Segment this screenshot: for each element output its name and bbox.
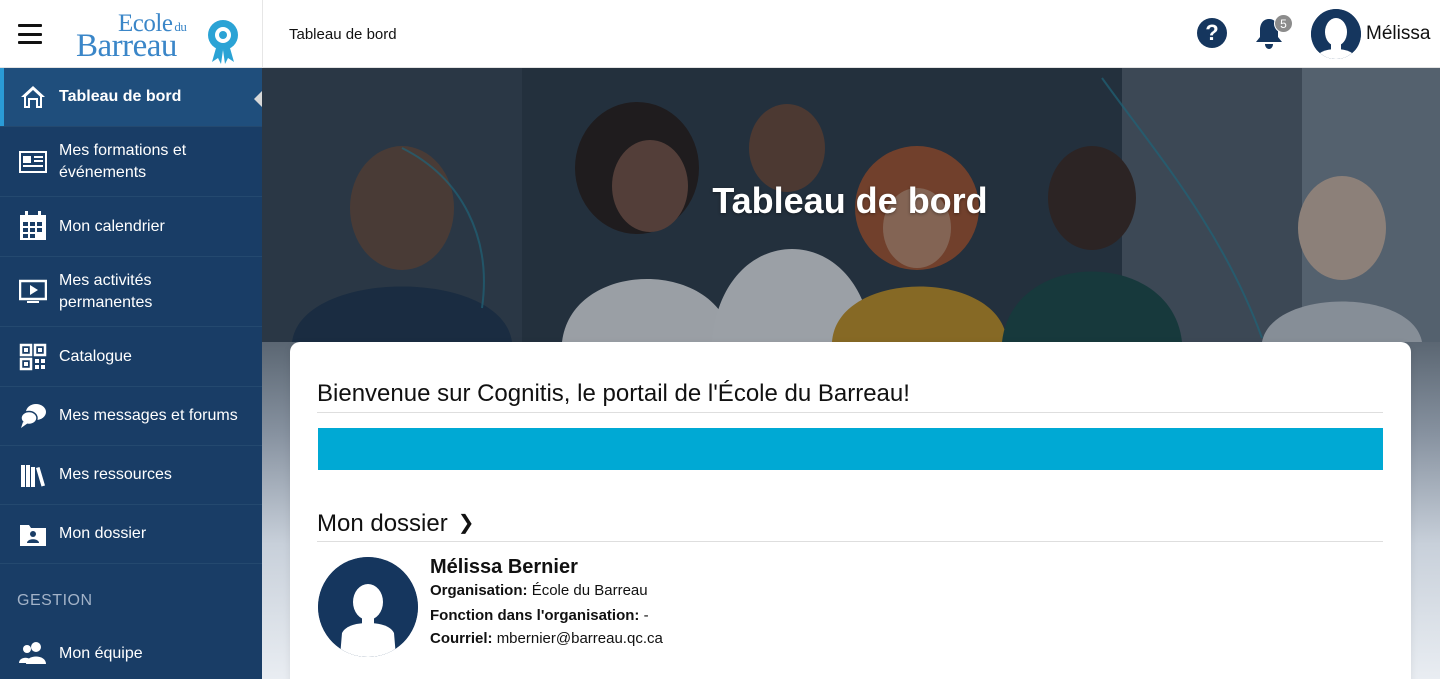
active-indicator (0, 68, 4, 126)
sidebar-section-gestion: GESTION (17, 592, 93, 609)
user-avatar[interactable] (1311, 9, 1361, 59)
user-silhouette-icon (318, 557, 418, 657)
profile-avatar (318, 557, 418, 657)
calendar-icon (18, 211, 48, 241)
sidebar: Tableau de bord Mes formations et événem… (0, 68, 262, 679)
user-silhouette-icon (1311, 9, 1361, 59)
menu-icon[interactable] (18, 24, 42, 44)
sidebar-item-ressources[interactable]: Mes ressources (0, 446, 262, 505)
help-icon[interactable]: ? (1197, 18, 1227, 48)
profile-fonction: Fonction dans l'organisation: - (430, 607, 649, 624)
sidebar-item-formations[interactable]: Mes formations et événements (0, 127, 262, 197)
newspaper-icon (18, 147, 48, 177)
fonction-value: - (643, 607, 649, 624)
welcome-heading: Bienvenue sur Cognitis, le portail de l'… (317, 380, 910, 407)
organisation-label: Organisation: (430, 582, 528, 599)
chevron-right-icon: ❯ (457, 512, 475, 534)
sidebar-item-label: Mes ressources (59, 466, 172, 483)
seal-icon (208, 20, 238, 64)
folder-user-icon (18, 519, 48, 549)
sidebar-item-equipe[interactable]: Mon équipe (0, 624, 262, 679)
sidebar-item-label: Mes formations et événements (59, 142, 187, 181)
sidebar-item-label: Mes activités permanentes (59, 272, 153, 311)
sidebar-item-activites-permanentes[interactable]: Mes activités permanentes (0, 257, 262, 327)
sidebar-item-dossier[interactable]: Mon dossier (0, 505, 262, 564)
dashboard-card: Bienvenue sur Cognitis, le portail de l'… (290, 342, 1411, 679)
collapse-caret-icon[interactable] (254, 91, 262, 107)
profile-courriel: Courriel: mbernier@barreau.qc.ca (430, 630, 663, 647)
books-icon (18, 460, 48, 490)
profile-organisation: Organisation: École du Barreau (430, 582, 648, 599)
fonction-label: Fonction dans l'organisation: (430, 607, 640, 624)
home-icon (18, 82, 48, 112)
courriel-label: Courriel: (430, 630, 493, 647)
user-name[interactable]: Mélissa (1366, 23, 1430, 45)
chat-bubbles-icon (18, 401, 48, 431)
mon-dossier-link[interactable]: Mon dossier ❯ (317, 510, 475, 538)
header-divider (262, 0, 263, 68)
mon-dossier-title: Mon dossier (317, 510, 448, 537)
organisation-value: École du Barreau (531, 582, 648, 599)
profile-name: Mélissa Bernier (430, 556, 578, 578)
sidebar-item-catalogue[interactable]: Catalogue (0, 327, 262, 387)
sidebar-item-calendrier[interactable]: Mon calendrier (0, 197, 262, 257)
sidebar-item-label: Catalogue (59, 348, 132, 365)
sidebar-item-messages-forums[interactable]: Mes messages et forums (0, 387, 262, 446)
ecole-du-barreau-logo[interactable]: Ecole du Barreau (70, 8, 250, 64)
team-icon (18, 638, 48, 668)
sidebar-item-label: Mon équipe (59, 645, 143, 662)
sidebar-item-label: Mon dossier (59, 525, 147, 542)
qr-grid-icon (18, 342, 48, 372)
divider (317, 412, 1383, 413)
page-breadcrumb-title: Tableau de bord (289, 26, 397, 43)
play-screen-icon (18, 277, 48, 307)
notification-count-badge: 5 (1274, 14, 1293, 33)
hero-title: Tableau de bord (712, 180, 988, 221)
sidebar-item-label: Mes messages et forums (59, 407, 238, 424)
sidebar-item-label: Tableau de bord (59, 88, 182, 105)
logo-line2: Barreau (76, 28, 177, 64)
info-banner (318, 428, 1383, 470)
sidebar-item-tableau-de-bord[interactable]: Tableau de bord (0, 68, 262, 127)
top-header: Ecole du Barreau Tableau de bord ? 5 Méli… (0, 0, 1440, 68)
sidebar-item-label: Mon calendrier (59, 218, 165, 235)
divider (317, 541, 1383, 542)
courriel-value: mbernier@barreau.qc.ca (496, 630, 663, 647)
